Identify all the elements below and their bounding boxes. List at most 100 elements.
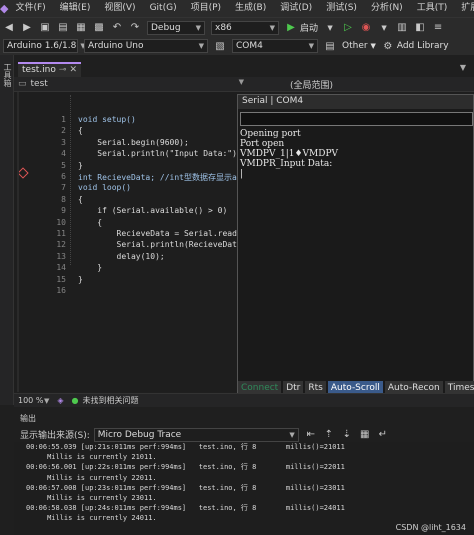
board-select[interactable]: Arduino Uno ▼ xyxy=(84,39,208,53)
code-line[interactable]: { xyxy=(78,218,102,227)
code-line[interactable]: Serial.println(RecieveData); xyxy=(78,240,252,249)
line-number: 11 xyxy=(56,229,66,238)
hot-reload-icon[interactable]: ◉ xyxy=(359,21,373,35)
menu-bar: ◆ 文件(F) 编辑(E) 视图(V) Git(G) 项目(P) 生成(B) 调… xyxy=(0,0,474,17)
visual-studio-logo-icon: ◆ xyxy=(0,2,9,15)
watermark: CSDN @liht_1634 xyxy=(395,523,466,532)
line-number: 5 xyxy=(61,160,66,170)
serial-monitor-icon[interactable]: ▤ xyxy=(323,39,337,53)
code-line[interactable]: void loop() xyxy=(78,183,131,192)
other-dropdown[interactable]: Other ▼ xyxy=(342,41,376,51)
tools-icon[interactable]: ≡ xyxy=(431,21,445,35)
tab-test-ino[interactable]: test.ino ⊸ ✕ xyxy=(18,62,81,77)
line-number: 10 xyxy=(56,217,66,227)
code-line[interactable]: void setup() xyxy=(78,115,136,124)
output-toolbar: 显示输出来源(S): Micro Debug Trace ▼ ⇤ ⇡ ⇣ ▦ ↵ xyxy=(14,427,474,442)
output-panel-header: 输出 xyxy=(14,413,474,426)
output-line: 00:06:58.038 [up:24s:011ms perf:994ms] t… xyxy=(26,504,345,513)
project-scope-select[interactable]: ▭ test ▼ xyxy=(18,78,246,90)
output-line: 00:06:55.039 [up:21s:011ms perf:994ms] t… xyxy=(26,443,345,451)
navigation-bar: ▭ test ▼ (全局范围) xyxy=(14,77,474,92)
other-label: Other xyxy=(342,41,368,51)
project-scope-value: test xyxy=(30,79,48,89)
next-message-icon[interactable]: ⇣ xyxy=(340,428,354,442)
code-line[interactable]: { xyxy=(78,195,83,204)
board-version-select[interactable]: Arduino 1.6/1.8▼ xyxy=(3,39,86,53)
issues-status[interactable]: 未找到相关问题 xyxy=(83,395,139,406)
global-scope-select[interactable]: (全局范围) xyxy=(290,78,333,91)
menu-analyze[interactable]: 分析(N) xyxy=(364,0,410,17)
chevron-down-icon: ▼ xyxy=(238,78,244,86)
output-line: 00:06:56.001 [up:22s:011ms perf:994ms] t… xyxy=(26,463,345,472)
gear-icon[interactable]: ⚙ xyxy=(381,39,395,53)
new-item-icon[interactable]: ▣ xyxy=(38,21,52,35)
menu-project[interactable]: 项目(P) xyxy=(184,0,228,17)
intellicode-icon[interactable]: ◈ xyxy=(57,396,63,405)
platform-select[interactable]: x86 ▼ xyxy=(211,20,279,35)
chevron-down-icon[interactable]: ▼ xyxy=(44,397,49,405)
port-select[interactable]: COM4 ▼ xyxy=(232,39,318,53)
output-source-select[interactable]: Micro Debug Trace ▼ xyxy=(93,427,299,442)
save-all-icon[interactable]: ▩ xyxy=(92,21,106,35)
standard-toolbar: ◀ ▶ ▣ ▤ ▦ ▩ ↶ ↷ Debug ▼ x86 ▼ ▶ 启动 ▼ ▷ ◉ ▼… xyxy=(0,17,474,37)
chevron-down-icon[interactable]: ▼ xyxy=(377,21,391,35)
code-line[interactable]: Serial.println("Input Data:"); xyxy=(78,149,242,158)
word-wrap-icon[interactable]: ↵ xyxy=(376,428,390,442)
performance-icon[interactable]: ▥ xyxy=(395,21,409,35)
menu-git[interactable]: Git(G) xyxy=(143,0,184,17)
tab-label: test.ino xyxy=(22,65,56,75)
start-button[interactable]: 启动 xyxy=(300,21,318,34)
output-source-label: 显示输出来源(S): xyxy=(20,431,90,441)
code-line[interactable]: delay(10); xyxy=(78,252,165,261)
add-library-button[interactable]: Add Library xyxy=(397,41,449,51)
clear-all-icon[interactable]: ▦ xyxy=(358,428,372,442)
menu-debug[interactable]: 调试(D) xyxy=(273,0,319,17)
save-icon[interactable]: ▦ xyxy=(74,21,88,35)
back-icon[interactable]: ◀ xyxy=(2,21,16,35)
menu-edit[interactable]: 编辑(E) xyxy=(53,0,98,17)
board-value: Arduino Uno xyxy=(88,41,144,51)
redo-icon[interactable]: ↷ xyxy=(128,21,142,35)
line-number: 7 xyxy=(61,183,66,193)
line-number: 12 xyxy=(56,240,66,250)
forward-icon[interactable]: ▶ xyxy=(20,21,34,35)
chevron-down-icon[interactable]: ▼ xyxy=(460,63,466,72)
global-scope-value: (全局范围) xyxy=(290,81,334,91)
find-message-icon[interactable]: ⇤ xyxy=(304,428,318,442)
undo-icon[interactable]: ↶ xyxy=(110,21,124,35)
play-icon[interactable]: ▶ xyxy=(284,21,298,35)
open-folder-icon[interactable]: ▤ xyxy=(56,21,70,35)
code-line[interactable]: Serial.begin(9600); xyxy=(78,138,189,147)
code-line[interactable]: } xyxy=(78,161,83,170)
close-icon[interactable]: ✕ xyxy=(69,65,77,76)
breakpoint-icon[interactable]: ◧ xyxy=(413,21,427,35)
menu-extensions[interactable]: 扩展(X) xyxy=(454,0,474,17)
menu-test[interactable]: 测试(S) xyxy=(319,0,364,17)
code-line[interactable]: RecieveData = Serial.read(); xyxy=(78,229,252,238)
board-properties-icon[interactable]: ▧ xyxy=(213,39,227,53)
code-line[interactable]: { xyxy=(78,126,83,135)
menu-tools[interactable]: 工具(T) xyxy=(410,0,455,17)
code-line[interactable]: if (Serial.available() > 0) xyxy=(78,206,227,215)
zoom-level[interactable]: 100 % xyxy=(18,396,44,405)
chevron-down-icon[interactable]: ▼ xyxy=(323,21,337,35)
chevron-down-icon: ▼ xyxy=(195,23,201,32)
previous-message-icon[interactable]: ⇡ xyxy=(322,428,336,442)
code-line[interactable]: } xyxy=(78,275,83,284)
board-version-value: Arduino 1.6/1.8 xyxy=(7,41,77,51)
menu-view[interactable]: 视图(V) xyxy=(97,0,142,17)
menu-file[interactable]: 文件(F) xyxy=(8,0,52,17)
serial-send-input[interactable] xyxy=(240,112,473,126)
output-line: Millis is currently 23011. xyxy=(26,494,157,503)
toolbox-side-tab[interactable]: 工具箱 xyxy=(0,55,14,405)
code-line[interactable]: int RecieveData; //int型数据存显示ascii xyxy=(78,172,256,183)
menu-build[interactable]: 生成(B) xyxy=(228,0,273,17)
code-line[interactable]: } xyxy=(78,263,102,272)
pin-icon[interactable]: ⊸ xyxy=(59,65,67,76)
play-outline-icon[interactable]: ▷ xyxy=(341,21,355,35)
breakpoint-gutter[interactable] xyxy=(14,92,26,392)
project-icon: ▭ xyxy=(18,79,27,89)
configuration-select[interactable]: Debug ▼ xyxy=(147,20,205,35)
line-number: 4 xyxy=(61,149,66,159)
port-value: COM4 xyxy=(236,41,263,51)
